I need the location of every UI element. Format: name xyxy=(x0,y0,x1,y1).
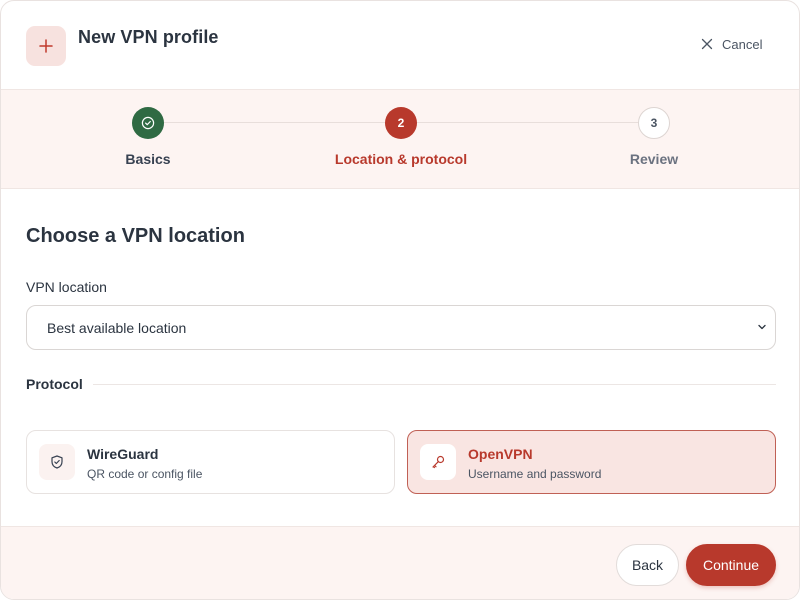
protocol-description: Username and password xyxy=(468,467,602,481)
dialog-title: New VPN profile xyxy=(78,27,219,47)
plus-icon xyxy=(26,26,66,66)
protocol-name: OpenVPN xyxy=(468,446,533,462)
vpn-location-value: Best available location xyxy=(47,319,187,336)
continue-button[interactable]: Continue xyxy=(686,544,776,586)
new-vpn-profile-dialog: New VPN profile Cancel Basics 2 Location… xyxy=(0,0,800,600)
step-label: Review xyxy=(629,151,679,167)
step-label: Basics xyxy=(125,151,171,167)
dialog-header: New VPN profile Cancel xyxy=(1,1,799,90)
key-icon xyxy=(420,444,456,480)
dialog-footer: Back Continue xyxy=(1,526,799,599)
step-number: 3 xyxy=(638,107,670,139)
step-number: 2 xyxy=(385,107,417,139)
protocol-description: QR code or config file xyxy=(87,467,203,481)
back-button[interactable]: Back xyxy=(616,544,679,586)
section-title: Choose a VPN location xyxy=(26,225,245,247)
shield-icon xyxy=(39,444,75,480)
cancel-button[interactable]: Cancel xyxy=(701,35,762,53)
protocol-label: Protocol xyxy=(26,376,83,392)
cancel-label: Cancel xyxy=(722,36,763,52)
step-label: Location & protocol xyxy=(334,151,468,167)
vpn-location-select[interactable]: Best available location xyxy=(26,305,776,350)
close-icon xyxy=(701,38,713,50)
vpn-location-label: VPN location xyxy=(26,279,107,295)
progress-stepper: Basics 2 Location & protocol 3 Review xyxy=(1,90,799,189)
check-circle-icon xyxy=(141,116,155,130)
protocol-option-openvpn[interactable]: OpenVPN Username and password xyxy=(407,430,776,494)
protocol-name: WireGuard xyxy=(87,446,159,462)
protocol-divider xyxy=(93,384,776,385)
chevron-down-icon xyxy=(758,324,766,330)
protocol-option-wireguard[interactable]: WireGuard QR code or config file xyxy=(26,430,395,494)
step-circle xyxy=(132,107,164,139)
